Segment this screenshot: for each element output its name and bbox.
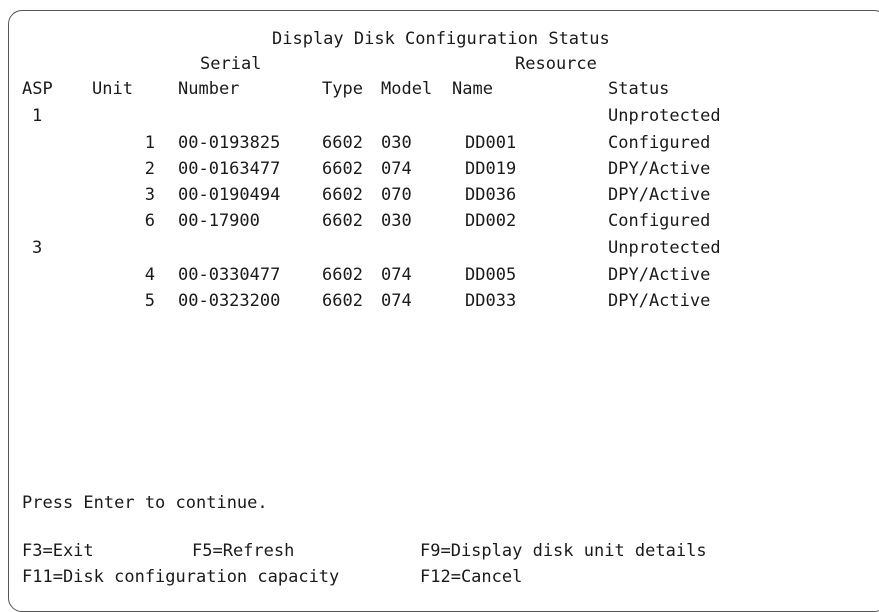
header-serial-top: Serial [200,54,262,74]
unit-type: 6602 [322,211,363,231]
header-type: Type [322,79,363,99]
unit-type: 6602 [322,291,363,311]
unit-status: DPY/Active [608,265,711,285]
unit-type: 6602 [322,133,363,153]
serial-number: 00-0163477 [178,159,281,179]
serial-number: 00-0330477 [178,265,281,285]
unit-status: DPY/Active [608,159,711,179]
unit-number: 5 [144,291,155,311]
f12-cancel-key[interactable]: F12=Cancel [420,568,522,587]
serial-number: 00-17900 [178,211,260,231]
unit-model: 074 [381,159,412,179]
f3-exit-key[interactable]: F3=Exit [22,542,94,561]
header-name: Name [452,79,493,99]
asp-status: Unprotected [608,106,721,126]
unit-type: 6602 [322,265,363,285]
enter-prompt: Press Enter to continue. [22,493,268,513]
unit-status: DPY/Active [608,185,711,205]
header-number: Number [178,79,240,99]
terminal-screen [8,10,879,612]
serial-number: 00-0323200 [178,291,281,311]
header-status: Status [608,79,670,99]
f11-disk-capacity-key[interactable]: F11=Disk configuration capacity [22,568,339,587]
unit-number: 2 [144,159,155,179]
unit-type: 6602 [322,185,363,205]
unit-model: 030 [381,133,412,153]
serial-number: 00-0193825 [178,133,281,153]
header-model: Model [381,79,433,99]
unit-model: 074 [381,291,412,311]
unit-type: 6602 [322,159,363,179]
header-unit: Unit [92,79,133,99]
resource-name: DD033 [465,291,517,311]
serial-number: 00-0190494 [178,185,281,205]
unit-number: 3 [144,185,155,205]
screen-title: Display Disk Configuration Status [272,29,610,49]
resource-name: DD001 [465,133,517,153]
resource-name: DD002 [465,211,517,231]
unit-status: Configured [608,211,711,231]
unit-status: DPY/Active [608,291,711,311]
resource-name: DD036 [465,185,517,205]
unit-number: 6 [144,211,155,231]
unit-number: 1 [144,133,155,153]
asp-status: Unprotected [608,238,721,258]
f5-refresh-key[interactable]: F5=Refresh [192,542,294,561]
unit-model: 074 [381,265,412,285]
asp-number: 1 [32,106,43,126]
unit-number: 4 [144,265,155,285]
unit-status: Configured [608,133,711,153]
f9-display-details-key[interactable]: F9=Display disk unit details [420,542,707,561]
header-asp: ASP [22,79,53,99]
resource-name: DD005 [465,265,517,285]
unit-model: 030 [381,211,412,231]
unit-model: 070 [381,185,412,205]
resource-name: DD019 [465,159,517,179]
asp-number: 3 [32,238,43,258]
header-resource-top: Resource [515,54,597,74]
